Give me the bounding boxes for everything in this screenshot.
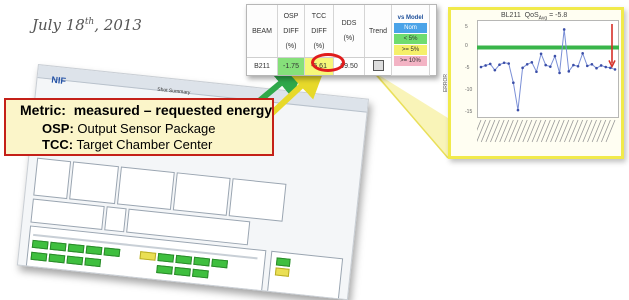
x-tick-label [490,119,500,143]
y-tick: -15 [465,109,473,115]
data-point [498,63,501,66]
data-point [488,62,492,66]
data-point [535,70,538,74]
legend-over-5: >= 5% [394,44,427,55]
x-tick-label [596,119,607,143]
legend-over-10: >= 10% [394,55,427,66]
col-header-osp: OSP DIFF (%) [277,5,305,58]
x-tick-label [582,119,593,143]
tcc-line: TCC: Target Chamber Center [42,137,213,152]
x-tick-label [605,119,616,143]
y-tick: -10 [465,87,473,93]
x-tick-label [554,119,565,143]
cell-trend[interactable] [364,57,392,75]
x-tick-label [499,119,510,143]
data-point [585,64,589,68]
x-tick-label [480,119,491,143]
x-tick-label [536,119,547,143]
data-point [567,70,571,73]
vs-model-legend: vs Model Nom < 5% >= 5% >= 10% [391,5,430,76]
legend-nominal: Nom [394,22,427,33]
col-header-beam: BEAM [247,5,278,58]
x-tick-label [601,119,611,143]
y-tick: 0 [465,43,468,49]
x-tick-label [531,119,542,143]
metric-callout: Metric: measured – requested energy OSP:… [4,98,274,156]
x-tick-label [545,119,556,143]
data-point [595,66,598,70]
data-point [609,66,612,70]
x-tick-label [591,119,602,143]
x-tick-label [513,119,523,143]
x-axis-labels [477,119,616,143]
x-tick-label [517,119,528,143]
plot-y-label: ERROR [443,73,450,93]
data-point [544,63,547,67]
cell-osp-diff: -1.75 [277,57,305,75]
x-tick-label [527,119,537,143]
data-point [539,52,543,56]
legend-under-5: < 5% [394,33,427,44]
data-point [507,62,511,65]
data-point [604,65,608,69]
cell-beam: B211 [247,57,278,75]
data-point [512,81,515,84]
data-point [613,68,617,71]
data-point [479,65,483,69]
x-tick-label [577,119,588,143]
data-point [525,63,529,66]
x-tick-label [494,119,505,143]
trend-chart [477,20,619,118]
data-point [516,108,520,112]
data-point [521,66,524,70]
x-tick-label [540,119,551,143]
data-point [576,64,580,68]
col-header-tcc: TCC DIFF (%) [304,5,334,58]
x-tick-label [587,119,597,143]
data-point [590,63,594,66]
data-point [562,28,566,31]
x-tick-label [550,119,560,143]
data-point [553,54,557,58]
data-point [572,63,575,67]
x-tick-label [503,119,514,143]
x-tick-label [573,119,584,143]
highlight-ring [311,53,345,72]
x-tick-label [477,119,486,143]
data-point [581,52,584,55]
data-point [484,64,487,67]
y-tick: 5 [465,24,468,30]
metric-line: Metric: measured – requested energy [20,102,273,118]
data-point [599,64,603,67]
x-tick-label [508,119,519,143]
vs-model-title: vs Model [397,14,424,21]
osp-line: OSP: Output Sensor Package [42,121,216,136]
data-point [493,68,497,72]
x-tick-label [564,119,574,143]
col-header-trend: Trend [364,5,392,58]
data-point [549,65,552,68]
data-point [530,61,534,64]
x-tick-label [485,119,496,143]
col-header-dds: DDS (%) [333,5,365,58]
x-tick-label [568,119,579,143]
data-point [502,61,506,65]
data-point [558,71,561,75]
y-tick: -5 [465,65,470,71]
trend-plot-panel: BL211 QoSAvg = -5.8 ERROR 5 0 -5 -10 -15 [443,7,624,159]
x-tick-label [522,119,533,143]
trend-chart-icon[interactable] [372,60,384,71]
x-tick-label [559,119,570,143]
